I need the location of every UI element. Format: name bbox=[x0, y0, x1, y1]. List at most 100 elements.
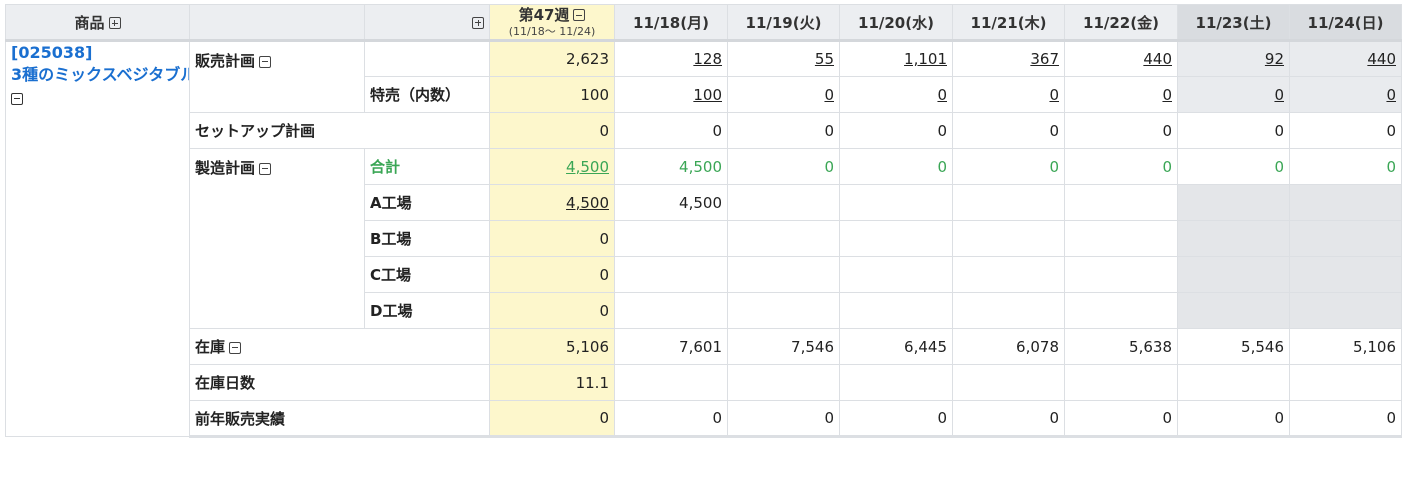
row-label-header bbox=[189, 4, 365, 41]
manufacturing-total-week-value[interactable]: 4,500 bbox=[566, 158, 609, 176]
special-sale-day-3[interactable]: 0 bbox=[937, 86, 947, 104]
factory-b-day-7 bbox=[1289, 220, 1402, 257]
prev-year-sales-day-5: 0 bbox=[1064, 400, 1178, 438]
prev-year-sales-week-value: 0 bbox=[489, 400, 615, 438]
factory-a-day-4 bbox=[952, 184, 1065, 221]
manufacturing-total-row: 製造計画 合計 4,500 4,500 0 0 0 0 0 0 bbox=[6, 148, 1402, 329]
factory-c-day-2 bbox=[727, 256, 840, 293]
special-sale-day-1[interactable]: 100 bbox=[693, 86, 722, 104]
week-label: 第47週 bbox=[518, 5, 570, 24]
manufacturing-total-day-4: 0 bbox=[952, 148, 1065, 185]
prev-year-sales-day-6: 0 bbox=[1177, 400, 1290, 438]
sales-plan-label: 販売計画 bbox=[195, 52, 256, 70]
setup-plan-week-value: 0 bbox=[489, 112, 615, 149]
factory-a-day-3 bbox=[839, 184, 953, 221]
factory-c-day-7 bbox=[1289, 256, 1402, 293]
sales-plan-week-value: 2,623 bbox=[489, 40, 615, 77]
setup-plan-label: セットアップ計画 bbox=[189, 112, 490, 149]
sales-plan-row: [025038] 3種のミックスベジタブル 販売計画 2,623 128 55 … bbox=[5, 40, 1402, 437]
setup-plan-day-1: 0 bbox=[614, 112, 728, 149]
sales-plan-day-2[interactable]: 55 bbox=[815, 50, 834, 68]
day-header-5: 11/22(金) bbox=[1064, 4, 1178, 41]
sales-plan-label-cell: 販売計画 bbox=[189, 40, 365, 113]
factory-b-label: B工場 bbox=[364, 220, 490, 257]
inventory-week-value: 5,106 bbox=[489, 328, 615, 365]
day-header-7: 11/24(日) bbox=[1289, 4, 1402, 41]
sales-plan-day-6[interactable]: 92 bbox=[1265, 50, 1284, 68]
sales-plan-day-5[interactable]: 440 bbox=[1143, 50, 1172, 68]
factory-a-label: A工場 bbox=[364, 184, 490, 221]
week-column-header: 第47週 (11/18～ 11/24) bbox=[489, 4, 615, 41]
factory-d-week-value: 0 bbox=[489, 292, 615, 329]
factory-b-week-value: 0 bbox=[489, 220, 615, 257]
manufacturing-plan-label: 製造計画 bbox=[195, 159, 256, 177]
collapse-product-icon[interactable] bbox=[11, 92, 23, 105]
sales-plan-day-1[interactable]: 128 bbox=[693, 50, 722, 68]
special-sale-day-7[interactable]: 0 bbox=[1386, 86, 1396, 104]
factory-c-day-1 bbox=[614, 256, 728, 293]
setup-plan-day-3: 0 bbox=[839, 112, 953, 149]
special-sale-label: 特売（内数） bbox=[364, 76, 490, 113]
prev-year-sales-row: 前年販売実績 0 0 0 0 0 0 0 0 bbox=[6, 400, 1402, 438]
special-sale-day-5[interactable]: 0 bbox=[1162, 86, 1172, 104]
prev-year-sales-day-3: 0 bbox=[839, 400, 953, 438]
inventory-label: 在庫 bbox=[195, 338, 226, 356]
day-header-6: 11/23(土) bbox=[1177, 4, 1290, 41]
sales-plan-day-3[interactable]: 1,101 bbox=[904, 50, 947, 68]
expand-all-products-icon[interactable] bbox=[108, 17, 121, 29]
prev-year-sales-label: 前年販売実績 bbox=[189, 400, 490, 438]
setup-plan-day-4: 0 bbox=[952, 112, 1065, 149]
setup-plan-day-2: 0 bbox=[727, 112, 840, 149]
factory-a-week-value[interactable]: 4,500 bbox=[566, 194, 609, 212]
manufacturing-total-day-6: 0 bbox=[1177, 148, 1290, 185]
product-cell: [025038] 3種のミックスベジタブル bbox=[5, 40, 190, 437]
factory-d-day-3 bbox=[839, 292, 953, 329]
sales-plan-day-7[interactable]: 440 bbox=[1367, 50, 1396, 68]
factory-a-day-6 bbox=[1177, 184, 1290, 221]
week-range: (11/18～ 11/24) bbox=[508, 24, 596, 38]
header-row: 商品 第47週 (11/18～ 11/24) 11/18(月) 11/19(火)… bbox=[5, 4, 1402, 41]
sales-plan-sublabel bbox=[364, 40, 490, 77]
setup-plan-day-5: 0 bbox=[1064, 112, 1178, 149]
sales-plan-day-4[interactable]: 367 bbox=[1030, 50, 1059, 68]
collapse-week-icon[interactable] bbox=[573, 9, 586, 22]
inventory-days-label: 在庫日数 bbox=[189, 364, 490, 401]
factory-b-day-5 bbox=[1064, 220, 1178, 257]
prev-year-sales-day-7: 0 bbox=[1289, 400, 1402, 438]
day-header-1: 11/18(月) bbox=[614, 4, 728, 41]
sublabel-header bbox=[364, 4, 490, 41]
collapse-manufacturing-plan-icon[interactable] bbox=[259, 162, 272, 175]
prev-year-sales-day-4: 0 bbox=[952, 400, 1065, 438]
factory-c-day-6 bbox=[1177, 256, 1290, 293]
day-header-2: 11/19(火) bbox=[727, 4, 840, 41]
day-header-4: 11/21(木) bbox=[952, 4, 1065, 41]
factory-a-day-1: 4,500 bbox=[614, 184, 728, 221]
manufacturing-total-day-5: 0 bbox=[1064, 148, 1178, 185]
inventory-day-7: 5,106 bbox=[1289, 328, 1402, 365]
product-name-link[interactable]: 3種のミックスベジタブル bbox=[11, 64, 189, 86]
manufacturing-total-label: 合計 bbox=[364, 148, 490, 185]
factory-d-day-1 bbox=[614, 292, 728, 329]
product-column-header: 商品 bbox=[5, 4, 190, 41]
factory-c-label: C工場 bbox=[364, 256, 490, 293]
factory-d-day-4 bbox=[952, 292, 1065, 329]
inventory-day-4: 6,078 bbox=[952, 328, 1065, 365]
special-sale-day-6[interactable]: 0 bbox=[1274, 86, 1284, 104]
expand-columns-icon[interactable] bbox=[472, 16, 484, 29]
inventory-label-cell: 在庫 bbox=[189, 328, 490, 365]
factory-b-day-2 bbox=[727, 220, 840, 257]
inventory-day-5: 5,638 bbox=[1064, 328, 1178, 365]
prev-year-sales-day-2: 0 bbox=[727, 400, 840, 438]
special-sale-day-4[interactable]: 0 bbox=[1049, 86, 1059, 104]
special-sale-day-2[interactable]: 0 bbox=[824, 86, 834, 104]
factory-c-day-5 bbox=[1064, 256, 1178, 293]
factory-a-day-7 bbox=[1289, 184, 1402, 221]
factory-c-week-value: 0 bbox=[489, 256, 615, 293]
manufacturing-total-day-7: 0 bbox=[1289, 148, 1402, 185]
factory-a-day-2 bbox=[727, 184, 840, 221]
collapse-sales-plan-icon[interactable] bbox=[259, 55, 272, 68]
collapse-inventory-icon[interactable] bbox=[229, 341, 242, 354]
factory-d-day-6 bbox=[1177, 292, 1290, 329]
product-code-link[interactable]: [025038] bbox=[11, 42, 184, 64]
factory-b-day-3 bbox=[839, 220, 953, 257]
